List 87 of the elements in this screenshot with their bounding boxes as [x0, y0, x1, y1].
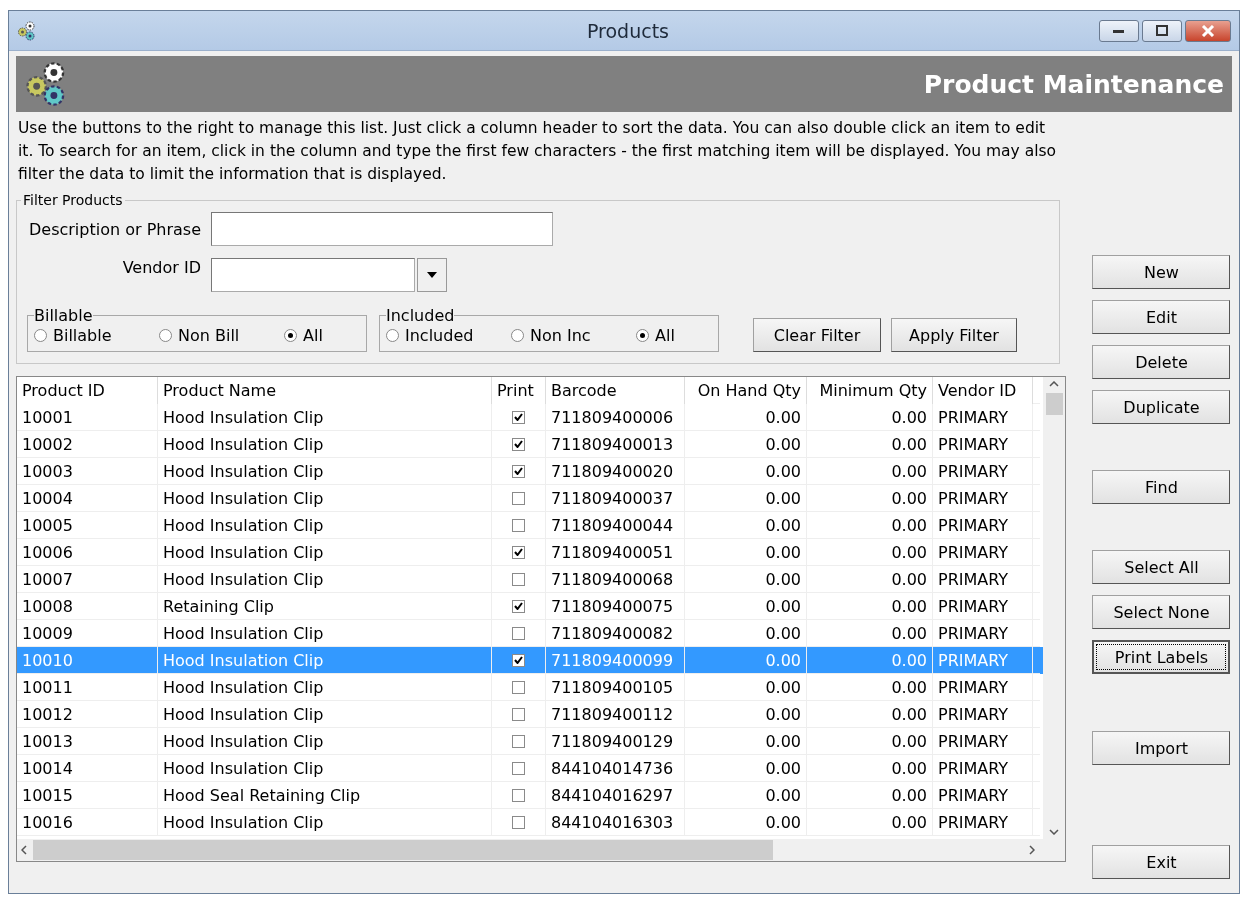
group-legend: Included: [386, 306, 455, 325]
table-row[interactable]: 10008 Retaining Clip 711809400075 0.00 0.00 PRIMARY: [17, 593, 1043, 620]
scroll-left-icon[interactable]: [21, 845, 27, 855]
action-button[interactable]: Duplicate: [1092, 390, 1231, 424]
table-row[interactable]: 10009 Hood Insulation Clip 711809400082 0.00 0.00 PRIMARY: [17, 620, 1043, 647]
maximize-button[interactable]: [1142, 19, 1182, 42]
table-row[interactable]: 10007 Hood Insulation Clip 711809400068 0.00 0.00 PRIMARY: [17, 566, 1043, 593]
print-checkbox[interactable]: [512, 680, 525, 694]
radio-button[interactable]: [159, 328, 172, 342]
scroll-down-icon[interactable]: [1049, 829, 1059, 835]
scroll-up-icon[interactable]: [1049, 381, 1059, 387]
table-row[interactable]: 10013 Hood Insulation Clip 711809400129 0.00 0.00 PRIMARY: [17, 728, 1043, 755]
caret-icon: [427, 272, 437, 278]
radio-button[interactable]: [34, 328, 47, 342]
scroll-thumb[interactable]: [33, 840, 773, 860]
table-row[interactable]: 10006 Hood Insulation Clip 711809400051 0.00 0.00 PRIMARY: [17, 539, 1043, 566]
table-cell: 0.00: [807, 809, 933, 836]
radio-button[interactable]: [386, 328, 399, 342]
table-cell: 844104016303: [546, 809, 685, 836]
dropdown-button[interactable]: [417, 258, 447, 292]
action-button[interactable]: New: [1092, 255, 1231, 289]
table-row[interactable]: 10001 Hood Insulation Clip 711809400006 0.00 0.00 PRIMARY: [17, 404, 1043, 431]
header-title: Product Maintenance: [923, 69, 1224, 99]
window-title: Products: [585, 19, 670, 42]
description-label: Description or Phrase: [28, 219, 202, 239]
action-button[interactable]: Find: [1092, 470, 1231, 504]
table-row[interactable]: 10003 Hood Insulation Clip 711809400020 0.00 0.00 PRIMARY: [17, 458, 1043, 485]
print-checkbox[interactable]: [512, 761, 525, 775]
table-row[interactable]: 10016 Hood Insulation Clip 844104016303 0.00 0.00 PRIMARY: [17, 809, 1043, 836]
print-checkbox[interactable]: [512, 626, 525, 640]
horizontal-scrollbar[interactable]: [17, 839, 1065, 861]
print-checkbox[interactable]: [512, 599, 525, 613]
vertical-scrollbar[interactable]: [1043, 377, 1065, 839]
print-checkbox[interactable]: [512, 464, 525, 478]
radio-option[interactable]: Billable: [34, 325, 159, 345]
table-row[interactable]: 10014 Hood Insulation Clip 844104014736 0.00 0.00 PRIMARY: [17, 755, 1043, 782]
table-cell: 0.00: [685, 809, 807, 836]
description-field[interactable]: [211, 212, 553, 246]
radio-option[interactable]: Non Bill: [159, 325, 284, 345]
table-row[interactable]: 10011 Hood Insulation Clip 711809400105 0.00 0.00 PRIMARY: [17, 674, 1043, 701]
vendor-label: Vendor ID: [121, 258, 202, 277]
table-cell: Hood Insulation Clip: [158, 809, 492, 836]
action-button[interactable]: Edit: [1092, 300, 1231, 334]
action-button[interactable]: Delete: [1092, 345, 1231, 379]
radio-button[interactable]: [284, 328, 297, 342]
print-checkbox[interactable]: [512, 707, 525, 721]
radio-option[interactable]: Non Inc: [511, 325, 636, 345]
print-checkbox[interactable]: [512, 437, 525, 451]
table-row[interactable]: 10002 Hood Insulation Clip 711809400013 0.00 0.00 PRIMARY: [17, 431, 1043, 458]
print-checkbox[interactable]: [512, 410, 525, 424]
radio-button[interactable]: [636, 328, 649, 342]
group-legend: Billable: [34, 306, 93, 325]
action-button[interactable]: Select All: [1092, 550, 1231, 584]
table-row[interactable]: 10005 Hood Insulation Clip 711809400044 0.00 0.00 PRIMARY: [17, 512, 1043, 539]
print-checkbox[interactable]: [512, 788, 525, 802]
radio-button[interactable]: [511, 328, 524, 342]
action-button[interactable]: Exit: [1092, 845, 1231, 879]
radio-option[interactable]: Included: [386, 325, 511, 345]
print-checkbox[interactable]: [512, 815, 525, 829]
table-row[interactable]: 10012 Hood Insulation Clip 711809400112 0.00 0.00 PRIMARY: [17, 701, 1043, 728]
filter-button[interactable]: Apply Filter: [891, 318, 1017, 352]
close-icon: [1201, 24, 1215, 37]
print-checkbox[interactable]: [512, 734, 525, 748]
print-checkbox[interactable]: [512, 518, 525, 532]
scroll-right-icon[interactable]: [1029, 845, 1035, 855]
table-row[interactable]: 10015 Hood Seal Retaining Clip 844104016297 0.00 0.00 PRIMARY: [17, 782, 1043, 809]
radio-option[interactable]: All: [636, 325, 675, 345]
minimize-button[interactable]: [1099, 19, 1139, 42]
print-checkbox[interactable]: [512, 572, 525, 586]
close-button[interactable]: [1185, 19, 1231, 42]
print-checkbox[interactable]: [512, 491, 525, 505]
print-checkbox[interactable]: [512, 653, 525, 667]
print-checkbox[interactable]: [512, 545, 525, 559]
radio-option[interactable]: All: [284, 325, 323, 345]
table-cell: 10016: [17, 809, 158, 836]
maximize-icon: [1155, 24, 1169, 37]
gears-icon: [17, 20, 37, 41]
filter-button[interactable]: Clear Filter: [753, 318, 881, 352]
action-button[interactable]: Select None: [1092, 595, 1231, 629]
action-button[interactable]: Import: [1092, 731, 1231, 765]
scroll-thumb[interactable]: [1045, 393, 1063, 415]
vendor-field[interactable]: [211, 258, 415, 292]
action-button[interactable]: Print Labels: [1092, 640, 1231, 674]
table-cell: PRIMARY: [933, 809, 1033, 836]
filter-legend: Filter Products: [21, 192, 125, 208]
instructions-text: Use the buttons to the right to manage this list. Just click a column header to sort the data. You can also double click an item to edit it. To search for an item, click in the column and type the first few characters - the first matching item will be displayed. You may also filter the data to limit the information that is displayed.: [18, 118, 1058, 185]
table-row[interactable]: 10004 Hood Insulation Clip 711809400037 0.00 0.00 PRIMARY: [17, 485, 1043, 512]
